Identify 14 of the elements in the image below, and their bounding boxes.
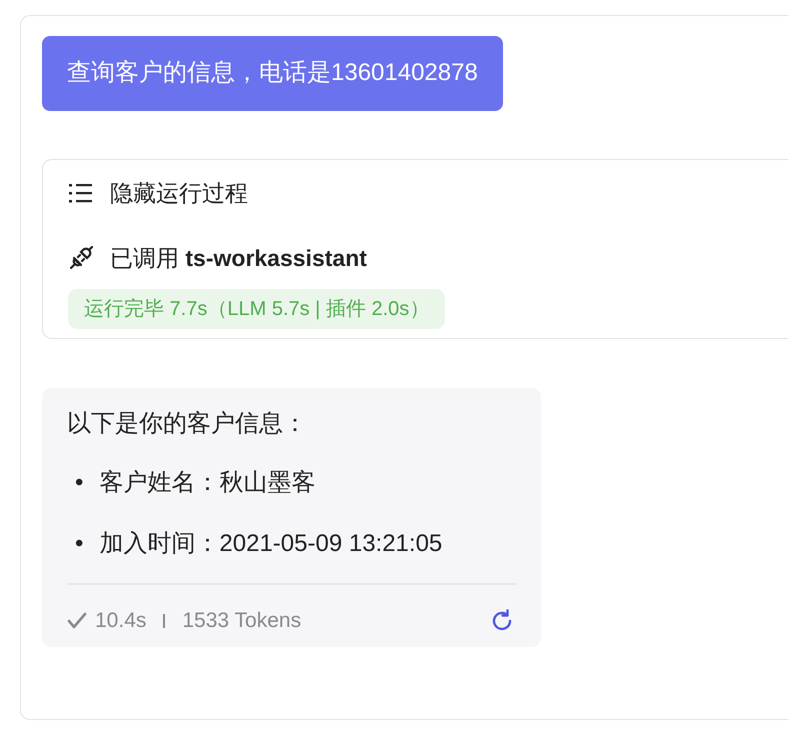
list-bullet: • [75,528,84,559]
duration-text: 10.4s [95,608,146,634]
answer-list-item: 加入时间：2021-05-09 13:21:05 [99,528,442,559]
token-count: 1533 Tokens [182,608,302,634]
check-icon [67,612,87,630]
plugin-call-text: 已调用 ts-workassistant [110,244,367,273]
user-message: 查询客户的信息，电话是13601402878 [42,36,503,112]
answer-list-item: 客户姓名：秋山墨客 [99,468,316,498]
toggle-process-link[interactable]: 隐藏运行过程 [110,176,248,210]
answer-intro: 以下是你的客户信息： [67,409,308,440]
plug-icon [68,244,94,271]
list-icon[interactable] [68,182,94,204]
list-bullet: • [75,468,84,498]
status-badge: 运行完毕 7.7s（LLM 5.7s | 插件 2.0s） [68,289,446,330]
